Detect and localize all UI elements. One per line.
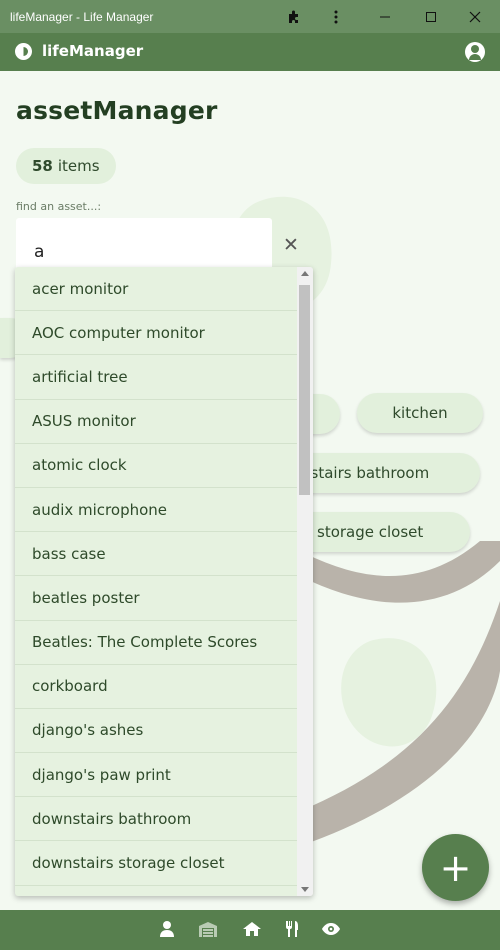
- dropdown-scrollbar[interactable]: [297, 267, 313, 896]
- window-title-bar: lifeManager - Life Manager: [0, 0, 500, 33]
- item-count-badge: 58 items: [16, 148, 116, 184]
- search-input[interactable]: a: [16, 218, 272, 270]
- account-circle-icon[interactable]: [465, 42, 485, 62]
- item-count-unit: items: [57, 157, 100, 175]
- suggestion-item[interactable]: Beatles: The Complete Scores: [15, 621, 297, 665]
- room-chip-storage-closet[interactable]: storage closet: [290, 512, 470, 552]
- puzzle-icon[interactable]: [274, 0, 314, 33]
- yin-yang-logo-icon[interactable]: [15, 43, 32, 60]
- add-asset-button[interactable]: +: [422, 834, 489, 901]
- suggestion-item[interactable]: corkboard: [15, 665, 297, 709]
- eye-icon[interactable]: [320, 918, 342, 940]
- suggestion-item[interactable]: downstairs storage closet: [15, 841, 297, 886]
- suggestion-item[interactable]: atomic clock: [15, 444, 297, 488]
- warehouse-icon[interactable]: [197, 918, 219, 940]
- suggestion-list: acer monitor AOC computer monitor artifi…: [15, 267, 297, 886]
- suggestion-item[interactable]: downstairs bathroom: [15, 797, 297, 842]
- suggestion-item[interactable]: beatles poster: [15, 576, 297, 621]
- kebab-menu-icon[interactable]: [316, 0, 356, 33]
- room-chip-label: kitchen: [392, 404, 448, 422]
- scroll-down-arrow-icon[interactable]: [301, 887, 309, 892]
- suggestion-item[interactable]: artificial tree: [15, 355, 297, 400]
- bottom-navigation: [0, 910, 500, 950]
- suggestion-item[interactable]: acer monitor: [15, 267, 297, 312]
- close-window-icon[interactable]: [455, 0, 495, 33]
- minimize-icon[interactable]: [365, 0, 405, 33]
- room-chip-kitchen[interactable]: kitchen: [357, 393, 483, 433]
- room-chip-label: storage closet: [317, 523, 424, 541]
- search-suggestions-dropdown[interactable]: acer monitor AOC computer monitor artifi…: [15, 267, 313, 896]
- brand-name[interactable]: lifeManager: [42, 42, 143, 60]
- search-label: find an asset...:: [16, 200, 102, 213]
- suggestion-item[interactable]: AOC computer monitor: [15, 311, 297, 356]
- room-chip-label: nstairs bathroom: [301, 464, 430, 482]
- home-icon[interactable]: [241, 918, 263, 940]
- suggestion-item[interactable]: ASUS monitor: [15, 400, 297, 444]
- scroll-up-arrow-icon[interactable]: [301, 271, 309, 276]
- suggestion-item[interactable]: django's ashes: [15, 709, 297, 754]
- item-count-value: 58: [32, 157, 53, 175]
- window-title: lifeManager - Life Manager: [10, 10, 154, 24]
- page-title: assetManager: [16, 96, 218, 125]
- maximize-icon[interactable]: [411, 0, 451, 33]
- room-chip-downstairs-bathroom[interactable]: nstairs bathroom: [290, 453, 480, 493]
- app-header: lifeManager: [0, 33, 500, 71]
- utensils-icon[interactable]: [281, 918, 303, 940]
- suggestion-item[interactable]: django's paw print: [15, 753, 297, 798]
- suggestion-item[interactable]: bass case: [15, 532, 297, 577]
- suggestion-item[interactable]: audix microphone: [15, 488, 297, 533]
- person-icon[interactable]: [156, 918, 178, 940]
- scrollbar-thumb[interactable]: [299, 285, 310, 495]
- clear-search-icon[interactable]: ✕: [283, 234, 299, 256]
